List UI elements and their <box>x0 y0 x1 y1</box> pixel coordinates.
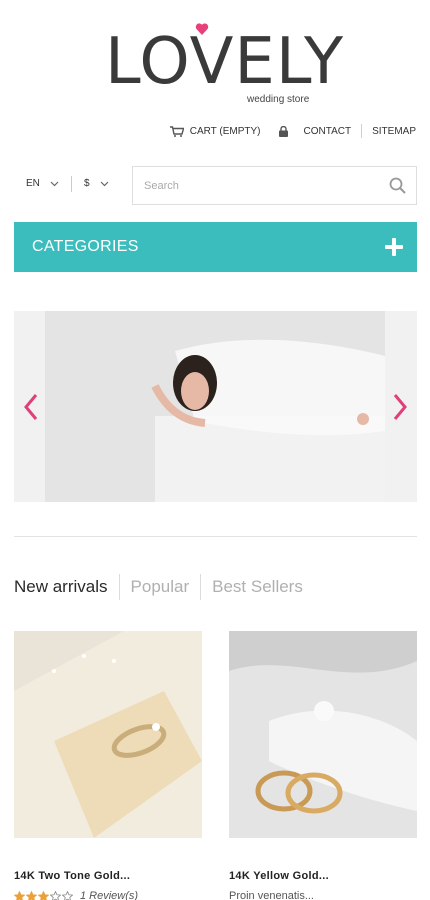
categories-toggle[interactable]: CATEGORIES <box>14 222 417 272</box>
star-filled-icon <box>14 890 25 900</box>
cart-label: CART (EMPTY) <box>189 125 261 137</box>
section-divider <box>14 536 417 537</box>
language-selector[interactable]: EN <box>26 178 59 189</box>
search-input[interactable] <box>133 167 373 204</box>
hero-slider <box>14 311 417 502</box>
tab-new-arrivals[interactable]: New arrivals <box>14 577 108 597</box>
categories-label: CATEGORIES <box>32 238 139 255</box>
review-count[interactable]: 1 Review(s) <box>80 890 138 900</box>
logo-title: LOVELY <box>105 25 345 99</box>
slider-next-arrow[interactable] <box>391 393 409 421</box>
search-box <box>132 166 417 205</box>
star-empty-icon <box>62 890 73 900</box>
currency-selector[interactable]: $ <box>84 178 109 189</box>
link-divider <box>361 124 363 138</box>
language-value: EN <box>26 178 40 189</box>
contact-link[interactable]: CONTACT <box>304 126 352 137</box>
sitemap-link[interactable]: SITEMAP <box>372 126 416 137</box>
product-card: 14K Yellow Gold... Proin venenatis... <box>229 631 417 900</box>
tab-divider <box>118 574 120 600</box>
plus-icon <box>385 238 403 256</box>
product-rating-row: 1 Review(s) <box>14 890 202 900</box>
star-empty-icon <box>50 890 61 900</box>
logo-subtitle: wedding store <box>247 94 310 105</box>
slider-prev-arrow[interactable] <box>22 393 40 421</box>
product-name[interactable]: 14K Two Tone Gold... <box>14 870 202 882</box>
selector-divider <box>71 176 72 192</box>
header-links: CART (EMPTY) CONTACT SITEMAP <box>169 124 416 138</box>
product-name[interactable]: 14K Yellow Gold... <box>229 870 417 882</box>
product-card: 14K Two Tone Gold... 1 Review(s) <box>14 631 202 900</box>
product-image[interactable] <box>229 631 417 838</box>
tab-divider <box>200 574 202 600</box>
star-filled-icon <box>26 890 37 900</box>
cart-link[interactable]: CART (EMPTY) <box>169 125 261 137</box>
logo[interactable]: LOVELY wedding store <box>105 22 343 112</box>
tab-best-sellers[interactable]: Best Sellers <box>212 577 303 597</box>
search-icon[interactable] <box>389 177 406 194</box>
product-description: Proin venenatis... <box>229 890 314 900</box>
chevron-down-icon <box>50 181 59 186</box>
chevron-down-icon <box>100 181 108 186</box>
currency-value: $ <box>84 178 90 189</box>
product-tabs: New arrivals Popular Best Sellers <box>14 574 303 600</box>
star-rating <box>14 890 74 900</box>
product-image[interactable] <box>14 631 202 838</box>
lock-icon <box>278 125 288 137</box>
tab-popular[interactable]: Popular <box>131 577 190 597</box>
cart-icon <box>169 125 184 137</box>
star-filled-icon <box>38 890 49 900</box>
slide-image <box>45 311 385 502</box>
